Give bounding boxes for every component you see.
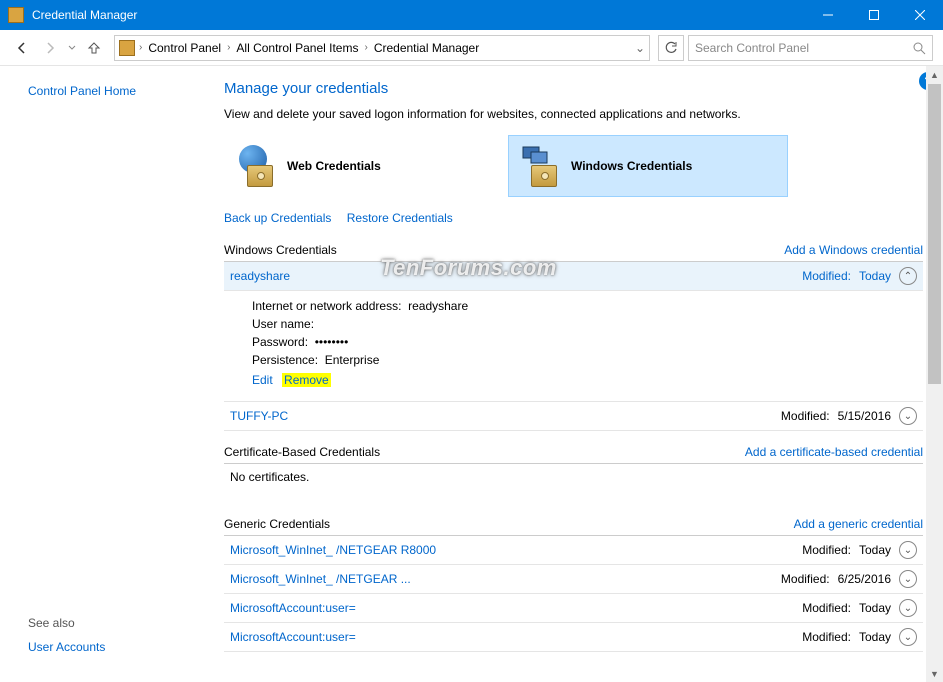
- credential-name: TUFFY-PC: [230, 409, 288, 423]
- windows-credentials-tab[interactable]: Windows Credentials: [508, 135, 788, 197]
- scroll-down-button[interactable]: ▼: [926, 665, 943, 682]
- location-icon: [119, 40, 135, 56]
- password-label: Password:: [252, 335, 308, 349]
- chevron-right-icon: ›: [139, 42, 142, 53]
- credential-name: Microsoft_WinInet_ /NETGEAR R8000: [230, 543, 436, 557]
- credential-name: MicrosoftAccount:user=: [230, 601, 356, 615]
- search-placeholder: Search Control Panel: [695, 41, 912, 55]
- expand-icon[interactable]: ⌄: [899, 570, 917, 588]
- app-icon: [8, 7, 24, 23]
- no-certificates-message: No certificates.: [224, 464, 923, 503]
- address-value: readyshare: [408, 299, 468, 313]
- recent-dropdown[interactable]: [66, 36, 78, 60]
- titlebar: Credential Manager: [0, 0, 943, 30]
- breadcrumb-control-panel[interactable]: Control Panel: [146, 41, 223, 55]
- expand-icon[interactable]: ⌄: [899, 541, 917, 559]
- modified-value: 6/25/2016: [838, 572, 891, 586]
- user-accounts-link[interactable]: User Accounts: [28, 640, 105, 654]
- main-content: ? Manage your credentials View and delet…: [200, 66, 943, 682]
- back-button[interactable]: [10, 36, 34, 60]
- scroll-up-button[interactable]: ▲: [926, 66, 943, 83]
- web-credentials-tab[interactable]: Web Credentials: [224, 135, 504, 197]
- credential-name: readyshare: [230, 269, 290, 283]
- navigation-bar: › Control Panel › All Control Panel Item…: [0, 30, 943, 66]
- modified-label: Modified:: [781, 572, 830, 586]
- modified-label: Modified:: [802, 543, 851, 557]
- modified-value: 5/15/2016: [838, 409, 891, 423]
- restore-credentials-link[interactable]: Restore Credentials: [347, 211, 453, 225]
- search-icon: [912, 41, 926, 55]
- expand-icon[interactable]: ⌄: [899, 599, 917, 617]
- search-input[interactable]: Search Control Panel: [688, 35, 933, 61]
- cert-credentials-section-header: Certificate-Based Credentials Add a cert…: [224, 445, 923, 464]
- modified-label: Modified:: [802, 269, 851, 283]
- section-title: Generic Credentials: [224, 517, 330, 531]
- credential-row[interactable]: Microsoft_WinInet_ /NETGEAR ... Modified…: [224, 565, 923, 594]
- modified-label: Modified:: [802, 630, 851, 644]
- minimize-button[interactable]: [805, 0, 851, 30]
- credential-row[interactable]: TUFFY-PC Modified: 5/15/2016 ⌄: [224, 402, 923, 431]
- vertical-scrollbar[interactable]: ▲ ▼: [926, 66, 943, 682]
- up-button[interactable]: [82, 36, 106, 60]
- username-label: User name:: [252, 317, 314, 331]
- credential-name: MicrosoftAccount:user=: [230, 630, 356, 644]
- breadcrumb-all-items[interactable]: All Control Panel Items: [234, 41, 360, 55]
- web-credentials-label: Web Credentials: [287, 159, 381, 173]
- expand-icon[interactable]: ⌄: [899, 628, 917, 646]
- credential-row[interactable]: Microsoft_WinInet_ /NETGEAR R8000 Modifi…: [224, 536, 923, 565]
- credential-row-readyshare[interactable]: readyshare Modified: Today ⌃: [224, 262, 923, 291]
- chevron-right-icon: ›: [364, 42, 367, 53]
- page-title: Manage your credentials: [224, 80, 923, 97]
- modified-value: Today: [859, 630, 891, 644]
- persistence-label: Persistence:: [252, 353, 318, 367]
- section-title: Certificate-Based Credentials: [224, 445, 380, 459]
- modified-label: Modified:: [802, 601, 851, 615]
- modified-value: Today: [859, 601, 891, 615]
- close-button[interactable]: [897, 0, 943, 30]
- remove-credential-link[interactable]: Remove: [282, 373, 331, 387]
- forward-button[interactable]: [38, 36, 62, 60]
- credential-details: Internet or network address: readyshare …: [224, 291, 923, 402]
- scrollbar-thumb[interactable]: [928, 84, 941, 384]
- windows-vault-icon: [519, 145, 561, 187]
- collapse-icon[interactable]: ⌃: [899, 267, 917, 285]
- control-panel-home-link[interactable]: Control Panel Home: [28, 84, 200, 98]
- modified-label: Modified:: [781, 409, 830, 423]
- address-dropdown[interactable]: ⌄: [635, 41, 645, 55]
- web-vault-icon: [235, 145, 277, 187]
- windows-credentials-label: Windows Credentials: [571, 159, 692, 173]
- window-title: Credential Manager: [32, 8, 805, 22]
- credential-row[interactable]: MicrosoftAccount:user= Modified: Today ⌄: [224, 623, 923, 652]
- backup-credentials-link[interactable]: Back up Credentials: [224, 211, 331, 225]
- address-bar[interactable]: › Control Panel › All Control Panel Item…: [114, 35, 650, 61]
- sidebar: Control Panel Home See also User Account…: [0, 66, 200, 682]
- address-label: Internet or network address:: [252, 299, 401, 313]
- credential-row[interactable]: MicrosoftAccount:user= Modified: Today ⌄: [224, 594, 923, 623]
- modified-value: Today: [859, 269, 891, 283]
- persistence-value: Enterprise: [325, 353, 380, 367]
- edit-credential-link[interactable]: Edit: [252, 373, 273, 387]
- see-also-label: See also: [28, 616, 105, 630]
- refresh-button[interactable]: [658, 35, 684, 61]
- generic-credentials-section-header: Generic Credentials Add a generic creden…: [224, 517, 923, 536]
- windows-credentials-section-header: Windows Credentials Add a Windows creden…: [224, 243, 923, 262]
- maximize-button[interactable]: [851, 0, 897, 30]
- password-value: ••••••••: [315, 335, 349, 349]
- page-subtitle: View and delete your saved logon informa…: [224, 107, 923, 121]
- modified-value: Today: [859, 543, 891, 557]
- breadcrumb-credential-manager[interactable]: Credential Manager: [372, 41, 481, 55]
- credential-name: Microsoft_WinInet_ /NETGEAR ...: [230, 572, 411, 586]
- section-title: Windows Credentials: [224, 243, 337, 257]
- add-cert-credential-link[interactable]: Add a certificate-based credential: [745, 445, 923, 459]
- chevron-right-icon: ›: [227, 42, 230, 53]
- add-windows-credential-link[interactable]: Add a Windows credential: [784, 243, 923, 257]
- add-generic-credential-link[interactable]: Add a generic credential: [794, 517, 923, 531]
- expand-icon[interactable]: ⌄: [899, 407, 917, 425]
